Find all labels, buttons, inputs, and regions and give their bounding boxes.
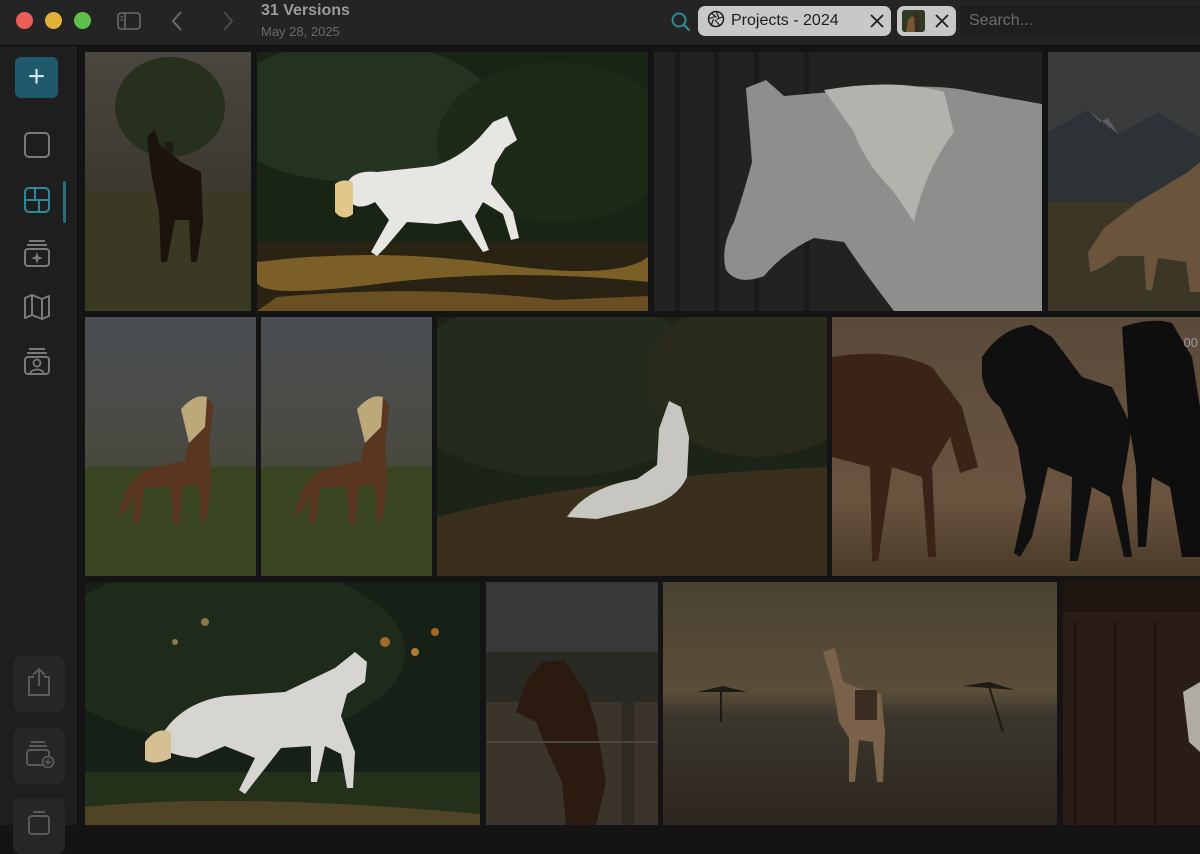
window-title-block: 31 Versions May 28, 2025 <box>261 1 350 43</box>
aperture-icon <box>707 10 725 33</box>
photo-white-horse-barn-closeup[interactable] <box>654 52 1042 311</box>
stacks-view-button[interactable] <box>17 236 57 274</box>
chevron-left-icon[interactable] <box>165 9 191 33</box>
map-icon <box>22 293 52 326</box>
photo-white-horse-lying-meadow[interactable] <box>437 317 827 576</box>
share-icon <box>25 666 53 703</box>
grid-view-button[interactable] <box>17 183 57 221</box>
remove-project-filter-icon[interactable] <box>869 13 885 34</box>
photo-brown-horse-mist-2[interactable] <box>261 317 432 576</box>
sidebar-toggle-icon[interactable] <box>116 9 142 33</box>
photo-filter-token[interactable] <box>897 6 956 36</box>
photo-grid: 00 <box>79 46 1200 825</box>
export-button[interactable] <box>13 656 65 712</box>
chevron-right-icon[interactable] <box>215 9 241 33</box>
photo-brown-horse-fence[interactable] <box>486 582 658 825</box>
window-title: 31 Versions <box>261 2 350 19</box>
single-view-button[interactable] <box>17 128 57 166</box>
photo-import-icon <box>25 810 53 843</box>
add-button[interactable]: + <box>15 57 58 98</box>
sidebar: + <box>0 46 78 854</box>
project-filter-token[interactable]: Projects - 2024 <box>698 6 891 36</box>
window-subtitle: May 28, 2025 <box>261 24 340 39</box>
square-icon <box>23 131 51 164</box>
project-filter-label: Projects - 2024 <box>731 12 839 29</box>
active-view-indicator <box>63 181 66 223</box>
search-icon[interactable] <box>670 11 692 33</box>
photo-horse-grazing-mountains[interactable] <box>1048 52 1200 311</box>
title-bar: 31 Versions May 28, 2025 Projects - 2024 <box>0 0 1200 46</box>
photo-white-horse-galloping-forest[interactable] <box>257 52 648 311</box>
photo-horse-saddled-beach[interactable] <box>663 582 1057 825</box>
map-view-button[interactable] <box>17 290 57 328</box>
remove-photo-filter-icon[interactable] <box>934 13 950 29</box>
close-window-button[interactable] <box>16 12 33 29</box>
photo-thumbnail-icon <box>902 10 925 32</box>
sparkle-stack-icon <box>22 238 52 273</box>
person-stack-icon <box>22 346 52 381</box>
photo-dark-horse-tree[interactable] <box>85 52 251 311</box>
stack-add-icon <box>23 739 55 774</box>
zoom-window-button[interactable] <box>74 12 91 29</box>
add-to-album-button[interactable] <box>13 728 65 784</box>
photo-horse-stable-dark[interactable] <box>1063 582 1200 825</box>
photo-dark-horses-sunset-dust[interactable]: 00 <box>832 317 1200 576</box>
photo-white-horse-flowers[interactable] <box>85 582 480 825</box>
photo-brown-horse-mist-1[interactable] <box>85 317 256 576</box>
people-view-button[interactable] <box>17 344 57 382</box>
minimize-window-button[interactable] <box>45 12 62 29</box>
grid-layout-icon <box>23 186 51 219</box>
search-input[interactable] <box>960 6 1200 36</box>
import-button[interactable] <box>13 798 65 854</box>
version-count-badge: 00 <box>1183 335 1198 350</box>
